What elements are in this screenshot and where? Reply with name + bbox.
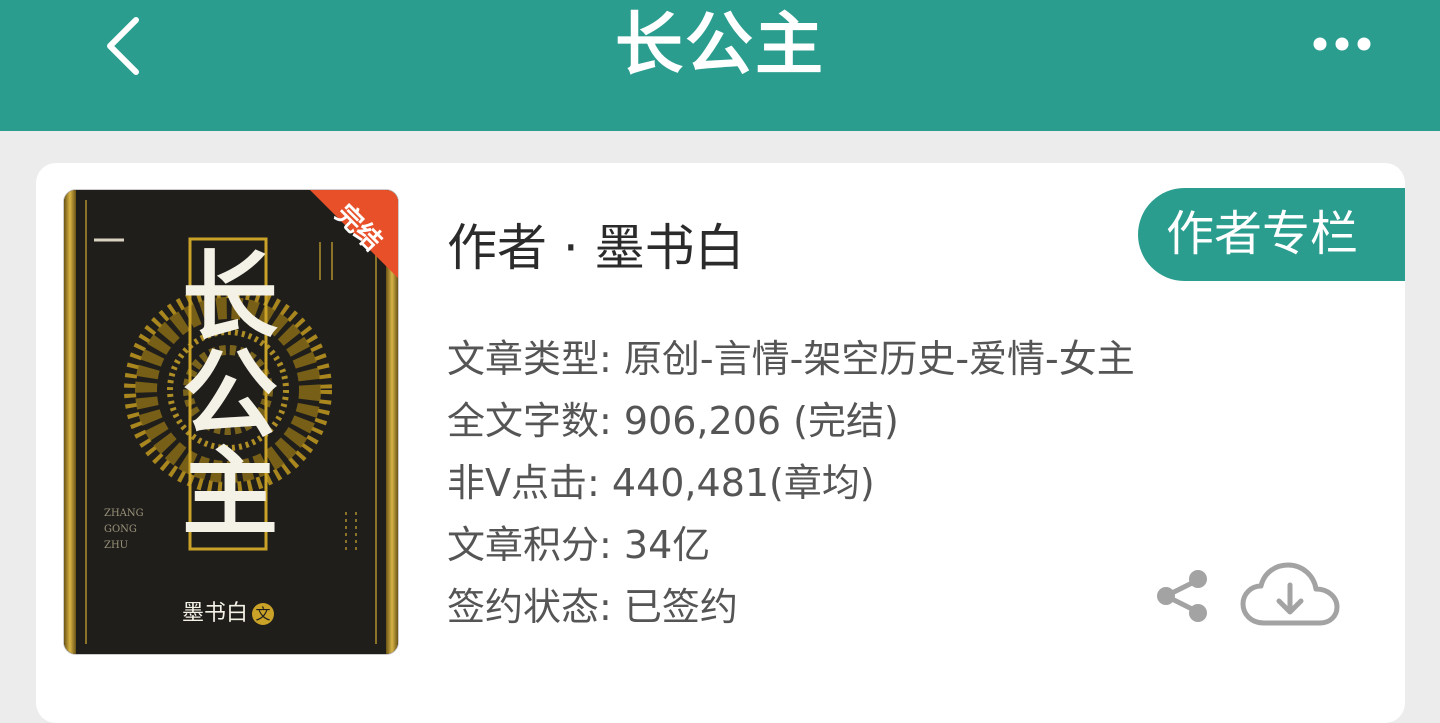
info-label: 签约状态: xyxy=(447,585,612,629)
download-button[interactable] xyxy=(1240,561,1340,633)
share-button[interactable] xyxy=(1154,568,1210,624)
app-header: 长公主 xyxy=(0,0,1440,131)
info-label: 非V点击: xyxy=(447,461,600,505)
book-cover[interactable]: 长公主 完结 ZHANG GONG ZHU 墨书白文 xyxy=(64,190,398,654)
book-info-card: 长公主 完结 ZHANG GONG ZHU 墨书白文 作者 · 墨书白 作者专栏… xyxy=(36,163,1405,723)
author-name[interactable]: 作者 · 墨书白 xyxy=(447,213,745,283)
more-button[interactable] xyxy=(1306,26,1378,62)
info-value: 已签约 xyxy=(623,585,738,629)
share-icon xyxy=(1157,570,1207,622)
info-row-score: 文章积分: 34亿 xyxy=(447,514,1135,576)
cover-title: 长公主 xyxy=(182,240,278,549)
book-info-list: 文章类型: 原创-言情-架空历史-爱情-女主 全文字数: 906,206 (完结… xyxy=(447,328,1135,638)
more-horizontal-icon xyxy=(1313,37,1371,51)
page-title: 长公主 xyxy=(614,6,825,85)
info-label: 文章类型: xyxy=(447,337,612,381)
info-value: 440,481(章均) xyxy=(611,461,875,505)
author-column-button[interactable]: 作者专栏 xyxy=(1138,188,1405,281)
cloud-download-icon xyxy=(1240,562,1340,626)
info-row-genre: 文章类型: 原创-言情-架空历史-爱情-女主 xyxy=(447,328,1135,390)
info-value: 34亿 xyxy=(623,523,711,567)
info-label: 文章积分: xyxy=(447,523,612,567)
cover-author: 墨书白文 xyxy=(182,595,275,627)
info-label: 全文字数: xyxy=(447,399,612,443)
info-value: 原创-言情-架空历史-爱情-女主 xyxy=(623,337,1135,381)
cover-pinyin: ZHANG GONG ZHU xyxy=(104,508,144,551)
info-value: 906,206 (完结) xyxy=(623,399,899,443)
info-row-word-count: 全文字数: 906,206 (完结) xyxy=(447,390,1135,452)
info-row-contract: 签约状态: 已签约 xyxy=(447,576,1135,638)
info-row-clicks: 非V点击: 440,481(章均) xyxy=(447,452,1135,514)
